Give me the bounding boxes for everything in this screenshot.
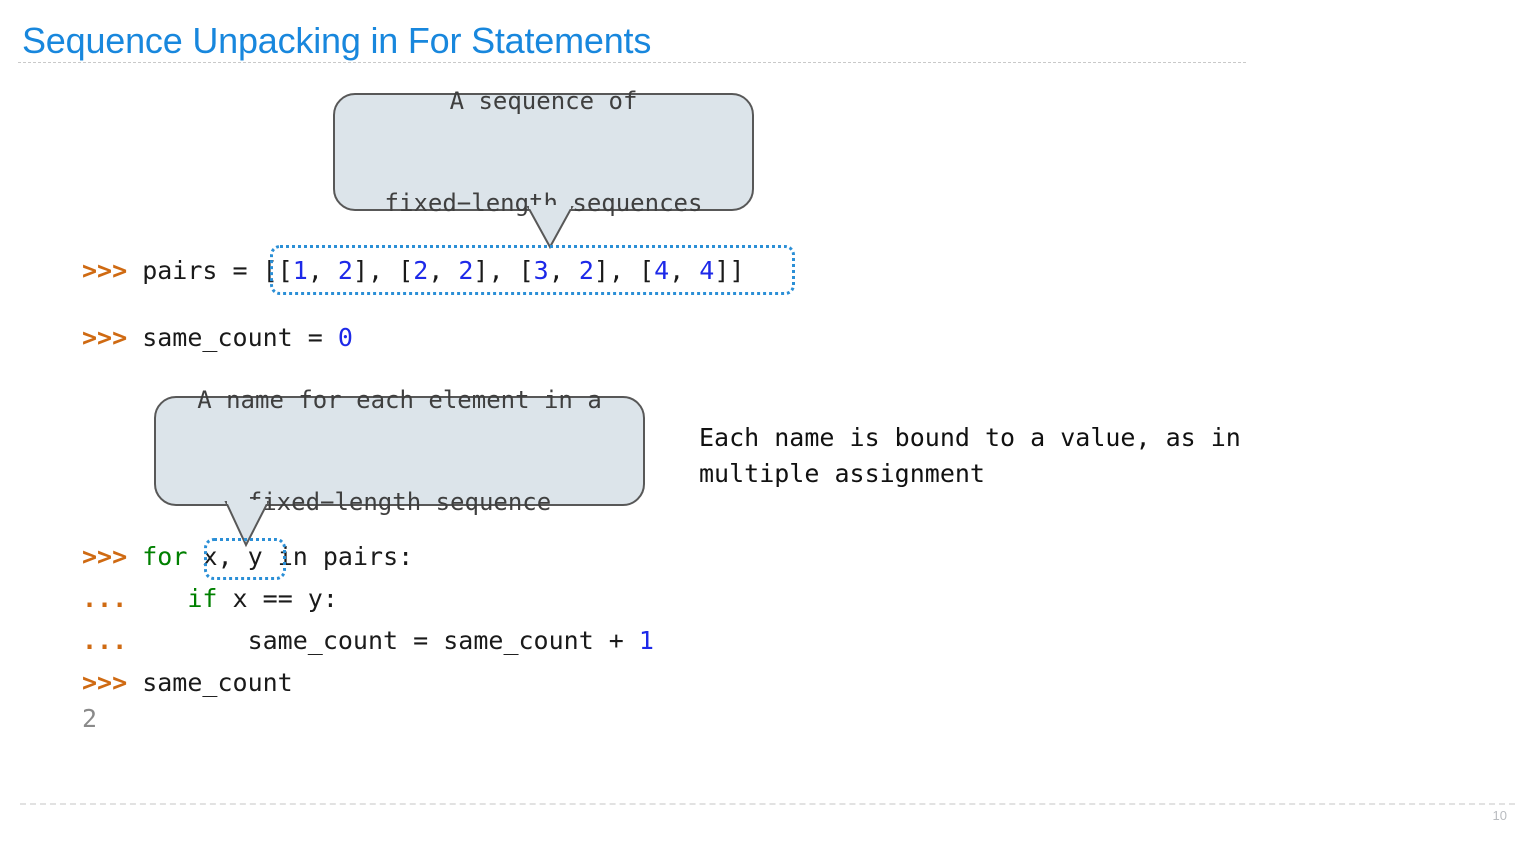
pairs-sep: , bbox=[428, 256, 459, 285]
note-line-2: multiple assignment bbox=[699, 459, 985, 488]
callout-sequence-of-sequences: A sequence of fixed−length sequences bbox=[333, 87, 754, 217]
pairs-value: 4 bbox=[699, 256, 715, 285]
pairs-value: 2 bbox=[337, 256, 353, 285]
pairs-assign-text: pairs = bbox=[127, 256, 263, 285]
increment-literal: 1 bbox=[638, 626, 654, 655]
pairs-sep: , bbox=[669, 256, 700, 285]
pairs-value: 2 bbox=[578, 256, 594, 285]
increment-expression: same_count = same_count + bbox=[247, 626, 639, 655]
continuation-prompt-token: ... bbox=[82, 584, 128, 613]
page-number: 10 bbox=[1492, 808, 1507, 823]
pairs-sep: ], [ bbox=[352, 256, 414, 285]
code-line-for: >>> for x, y in pairs: bbox=[82, 536, 413, 578]
if-condition: x == y: bbox=[217, 584, 338, 613]
query-expression: same_count bbox=[127, 668, 293, 697]
callout-name-per-element: A name for each element in a fixed−lengt… bbox=[154, 386, 645, 516]
callout-1-line-1: A sequence of bbox=[449, 87, 638, 115]
prompt-token: >>> bbox=[82, 323, 128, 352]
pairs-bracket-close: ]] bbox=[714, 256, 745, 285]
pairs-value: 2 bbox=[458, 256, 474, 285]
if-keyword: if bbox=[187, 584, 218, 613]
continuation-prompt-token: ... bbox=[82, 626, 128, 655]
code-line-output: 2 bbox=[82, 698, 97, 740]
code-line-pairs: >>> pairs = [[1, 2], [2, 2], [3, 2], [4,… bbox=[82, 250, 744, 292]
pairs-value: 1 bbox=[292, 256, 308, 285]
prompt-token: >>> bbox=[82, 256, 128, 285]
code-line-if: ... if x == y: bbox=[82, 578, 338, 620]
pairs-value: 2 bbox=[413, 256, 429, 285]
prompt-token: >>> bbox=[82, 668, 128, 697]
for-keyword: for bbox=[142, 542, 188, 571]
pairs-sep: ], [ bbox=[593, 256, 655, 285]
pairs-sep: , bbox=[548, 256, 579, 285]
callout-2-line-1: A name for each element in a bbox=[197, 386, 602, 414]
for-iterable-clause: in pairs: bbox=[262, 542, 414, 571]
code-line-query: >>> same_count bbox=[82, 662, 293, 704]
for-target-names: x, y bbox=[202, 542, 263, 571]
note-line-1: Each name is bound to a value, as in bbox=[699, 423, 1241, 452]
pairs-sep: , bbox=[307, 256, 338, 285]
pairs-bracket-open: [[ bbox=[262, 256, 293, 285]
footer-divider bbox=[20, 803, 1515, 805]
callout-1-pointer bbox=[526, 205, 574, 250]
output-value: 2 bbox=[82, 704, 98, 733]
prompt-token: >>> bbox=[82, 542, 128, 571]
pairs-value: 3 bbox=[533, 256, 549, 285]
note-multiple-assignment: Each name is bound to a value, as in mul… bbox=[699, 420, 1241, 492]
pairs-value: 4 bbox=[654, 256, 670, 285]
code-line-increment: ... same_count = same_count + 1 bbox=[82, 620, 654, 662]
pairs-sep: ], [ bbox=[473, 256, 534, 285]
